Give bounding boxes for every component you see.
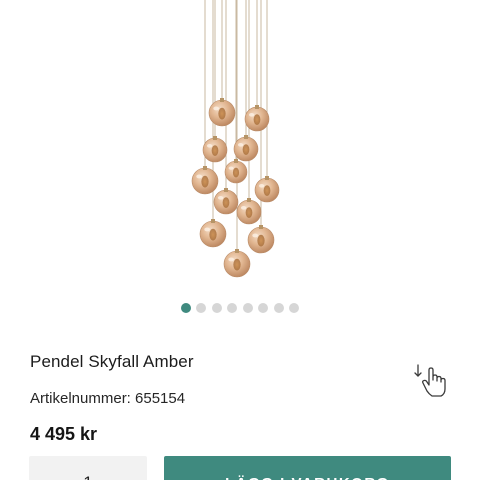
quantity-field[interactable]: 1 bbox=[29, 456, 147, 480]
glass-globe bbox=[213, 188, 239, 215]
carousel-dot[interactable] bbox=[242, 303, 253, 313]
carousel-dot[interactable] bbox=[289, 303, 300, 313]
product-title: Pendel Skyfall Amber bbox=[30, 352, 194, 371]
carousel-dot[interactable] bbox=[273, 303, 284, 313]
glass-globe bbox=[247, 225, 275, 254]
pendant-lamp-illustration bbox=[191, 0, 280, 278]
article-number: Artikelnummer: 655154 bbox=[30, 390, 186, 407]
glass-globe bbox=[254, 176, 280, 203]
quantity-value: 1 bbox=[83, 456, 92, 480]
carousel-dot[interactable] bbox=[258, 303, 269, 313]
carousel-dot[interactable] bbox=[180, 303, 191, 313]
glass-globe bbox=[223, 249, 251, 278]
product-image[interactable] bbox=[0, 0, 480, 298]
tap-gesture-icon bbox=[410, 362, 452, 400]
glass-globe bbox=[199, 219, 227, 248]
glass-globe bbox=[236, 198, 262, 225]
carousel-dot[interactable] bbox=[211, 303, 222, 313]
carousel-dot[interactable] bbox=[196, 303, 207, 313]
product-price: 4 495 kr bbox=[30, 424, 98, 444]
product-page: Pendel Skyfall Amber Artikelnummer: 6551… bbox=[0, 0, 480, 480]
carousel-dot[interactable] bbox=[227, 303, 238, 313]
image-carousel-dots bbox=[0, 303, 480, 313]
add-to-cart-button[interactable]: LÄGG I VARUKORG bbox=[164, 456, 451, 480]
glass-globe bbox=[233, 135, 259, 162]
glass-globe bbox=[202, 136, 228, 163]
glass-globe bbox=[191, 166, 219, 195]
glass-globe bbox=[224, 159, 248, 184]
